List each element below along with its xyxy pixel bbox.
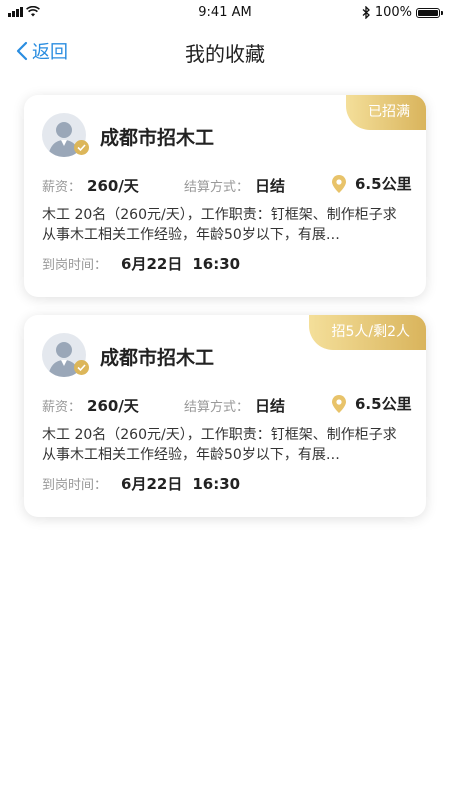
location-pin-icon <box>332 174 346 193</box>
settle-row: 结算方式： 日结 <box>184 175 285 196</box>
arrival-time-label: 到岗时间： <box>42 258 108 273</box>
pay-label: 薪资： <box>42 400 82 415</box>
arrival-time-row: 到岗时间： 6月22日 16:30 <box>42 473 240 494</box>
arrival-date: 6月22日 <box>121 475 183 493</box>
verified-shield-icon <box>74 140 89 155</box>
settle-value: 日结 <box>255 177 286 195</box>
arrival-clock: 16:30 <box>192 254 241 273</box>
settle-value: 日结 <box>255 397 286 415</box>
job-card[interactable]: 已招满 成都市招木工 薪资： 260/天 结算方式： 日结 6.5公里 木工 2… <box>24 95 426 297</box>
pay-label: 薪资： <box>42 180 82 195</box>
arrival-clock: 16:30 <box>192 474 241 493</box>
status-right: 100% <box>362 5 443 20</box>
distance-value: 6.5公里 <box>355 395 412 413</box>
pay-value: 260/天 <box>87 397 139 415</box>
distance-row: 6.5公里 <box>332 173 412 194</box>
settle-label: 结算方式： <box>184 400 250 415</box>
arrival-time-row: 到岗时间： 6月22日 16:30 <box>42 253 240 274</box>
arrival-date: 6月22日 <box>121 255 183 273</box>
nav-bar: 返回 我的收藏 <box>0 30 450 74</box>
status-bar: 9:41 AM 100% <box>0 0 450 26</box>
location-pin-icon <box>332 394 346 413</box>
job-title: 成都市招木工 <box>100 347 215 369</box>
arrival-time-label: 到岗时间： <box>42 478 108 493</box>
distance-row: 6.5公里 <box>332 393 412 414</box>
settle-row: 结算方式： 日结 <box>184 395 285 416</box>
pay-row: 薪资： 260/天 <box>42 395 139 416</box>
verified-shield-icon <box>74 360 89 375</box>
job-card[interactable]: 招5人/剩2人 成都市招木工 薪资： 260/天 结算方式： 日结 6.5公里 … <box>24 315 426 517</box>
pay-value: 260/天 <box>87 177 139 195</box>
settle-label: 结算方式： <box>184 180 250 195</box>
battery-icon <box>416 7 443 18</box>
job-title: 成都市招木工 <box>100 127 215 149</box>
bluetooth-icon <box>362 6 370 19</box>
status-badge: 招5人/剩2人 <box>309 315 426 350</box>
distance-value: 6.5公里 <box>355 175 412 193</box>
page-title: 我的收藏 <box>185 42 265 66</box>
status-badge: 已招满 <box>346 95 426 130</box>
pay-row: 薪资： 260/天 <box>42 175 139 196</box>
battery-percent: 100% <box>374 5 412 20</box>
job-description: 木工 20名（260元/天），工作职责：钉框架、制作柜子求从事木工相关工作经验，… <box>42 207 397 243</box>
job-description: 木工 20名（260元/天），工作职责：钉框架、制作柜子求从事木工相关工作经验，… <box>42 427 397 463</box>
